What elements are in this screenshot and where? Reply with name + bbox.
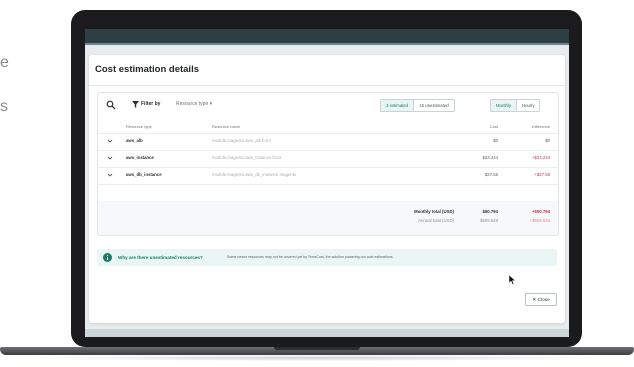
totals-section: Monthly total (USD) $50.794 +$50.794 Ann…	[98, 201, 558, 235]
chevron-down-icon[interactable]	[107, 138, 113, 144]
filter-icon[interactable]	[132, 101, 139, 108]
info-icon	[103, 253, 112, 262]
row-difference: +$23.244	[531, 155, 550, 160]
modal-divider	[89, 85, 565, 86]
modal-title: Cost estimation details	[95, 64, 199, 75]
laptop-screen: Cost estimation details Filter by Resour…	[85, 29, 569, 337]
info-banner: Why are there unestimated resources? Som…	[97, 249, 557, 266]
column-header-difference[interactable]: Difference	[532, 124, 550, 129]
table-toolbar: Filter by Resource type ▾ 3 estimated 15…	[98, 93, 558, 117]
chevron-down-icon[interactable]	[107, 172, 113, 178]
estimated-button[interactable]: 3 estimated	[381, 100, 414, 111]
cost-estimation-modal: Cost estimation details Filter by Resour…	[89, 55, 565, 323]
column-header-name[interactable]: Resource name	[212, 124, 240, 129]
monthly-button[interactable]: Monthly	[491, 100, 517, 111]
monthly-total-difference: +$50.794	[531, 209, 550, 214]
background-text-bottom: s	[0, 98, 8, 115]
monthly-total-label: Monthly total (USD)	[414, 209, 454, 214]
table-row[interactable]: aws_db_instance module.magento.aws_db_in…	[98, 167, 558, 185]
unestimated-question-link[interactable]: Why are there unestimated resources?	[118, 255, 203, 260]
row-cost: $0	[493, 138, 498, 143]
row-resource-type: aws_alb	[126, 138, 143, 143]
laptop-notch	[274, 347, 360, 350]
filter-by-label[interactable]: Filter by	[141, 101, 160, 107]
row-difference: +$27.55	[534, 172, 550, 177]
table-row[interactable]: aws_instance module.magento.aws_instance…	[98, 150, 558, 168]
annual-total-difference: +$609.528	[529, 218, 550, 223]
row-resource-name: module.magento.aws_instance.front	[212, 155, 282, 160]
annual-total-cost: $609.528	[480, 218, 498, 223]
annual-total-label: Annual total (USD)	[418, 218, 454, 223]
row-difference: $0	[545, 138, 550, 143]
period-toggle: Monthly Hourly	[490, 99, 541, 112]
row-resource-type: aws_db_instance	[126, 172, 162, 177]
search-icon[interactable]	[106, 100, 116, 110]
chevron-down-icon[interactable]	[107, 155, 113, 161]
app-header-bar	[85, 29, 569, 43]
column-header-cost[interactable]: Cost	[490, 124, 498, 129]
estimation-toggle: 3 estimated 15 unestimated	[380, 99, 455, 112]
background-text-top: e	[0, 54, 9, 71]
row-cost: $23.244	[482, 155, 498, 160]
unestimated-button[interactable]: 15 unestimated	[413, 100, 453, 111]
close-button[interactable]: ✕ Close	[525, 293, 557, 306]
hourly-button[interactable]: Hourly	[516, 100, 539, 111]
row-cost: $27.55	[484, 172, 498, 177]
info-text: Some newer resources may not be covered …	[227, 255, 394, 259]
row-resource-name: module.magento.aws_alb.front	[212, 138, 271, 143]
monthly-total-cost: $50.794	[482, 209, 498, 214]
column-header-type[interactable]: Resource type	[126, 124, 152, 129]
row-resource-name: module.magento.aws_db_instance.magento	[212, 172, 297, 177]
table-row[interactable]: aws_alb module.magento.aws_alb.front $0 …	[98, 133, 558, 151]
screen-bottom-bar	[85, 329, 569, 337]
mouse-cursor-icon	[509, 275, 516, 285]
cost-table-card: Filter by Resource type ▾ 3 estimated 15…	[97, 92, 559, 236]
row-resource-type: aws_instance	[126, 155, 154, 160]
resource-type-select[interactable]: Resource type ▾	[176, 101, 212, 107]
app-header-accent-line	[85, 43, 569, 45]
laptop-shadow	[20, 355, 614, 361]
